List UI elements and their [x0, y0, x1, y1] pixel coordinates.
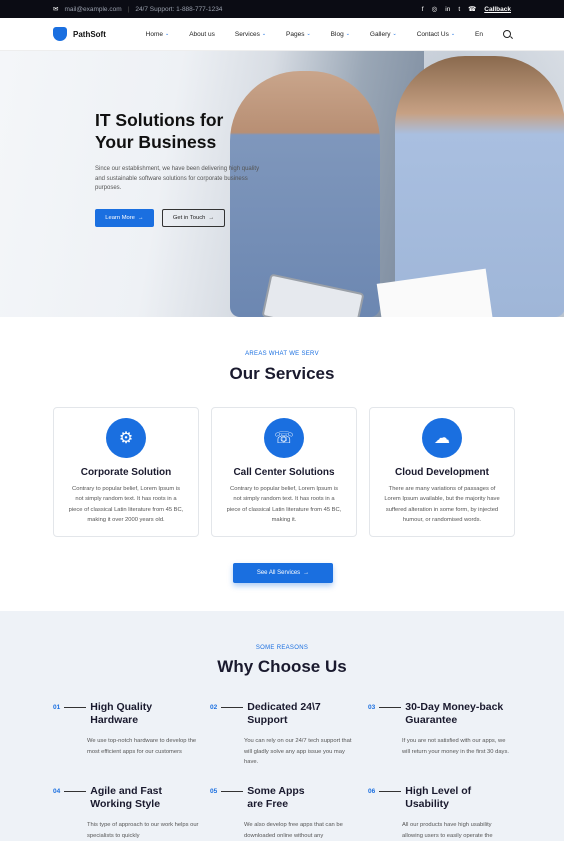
get-in-touch-button[interactable]: Get in Touch →	[162, 208, 225, 227]
callback-link[interactable]: Callback	[484, 6, 511, 13]
service-card[interactable]: ☏ Call Center Solutions Contrary to popu…	[211, 407, 357, 537]
brand-name: PathSoft	[73, 29, 106, 39]
facebook-icon[interactable]: f	[422, 6, 424, 13]
why-choose-section: SOME REASONS Why Choose Us 01 High Qualit…	[0, 611, 564, 841]
nav-item-label: Contact Us	[416, 30, 449, 38]
learn-more-button[interactable]: Learn More →	[95, 208, 154, 227]
service-card-title: Call Center Solutions	[233, 467, 335, 478]
service-card-text: There are many variations of passages of…	[384, 486, 500, 523]
hero-title: IT Solutions for Your Business	[95, 109, 270, 153]
language-selector[interactable]: En	[465, 31, 493, 38]
feature-text: This type of approach to our work helps …	[87, 822, 199, 839]
nav-item-gallery[interactable]: Gallery ⌄	[360, 31, 407, 38]
phone-icon: ☏	[264, 418, 304, 458]
hero-text: Since our establishment, we have been de…	[95, 166, 260, 191]
chevron-down-icon: ⌄	[165, 31, 170, 37]
topbar-email[interactable]: mail@example.com	[64, 6, 121, 13]
service-cards: ⚙ Corporate Solution Contrary to popular…	[53, 407, 515, 537]
arrow-right-icon: →	[137, 214, 144, 221]
why-eyebrow: SOME REASONS	[255, 645, 309, 651]
why-title: Why Choose Us	[217, 657, 347, 676]
twitter-icon[interactable]: t	[458, 6, 460, 13]
service-card-text: Contrary to popular belief, Lorem Ipsum …	[226, 486, 342, 523]
main-nav: PathSoft Home ⌄ About us Services ⌄ Pages ⌄…	[0, 18, 564, 51]
feature-title: High Quality Hardware	[90, 701, 153, 726]
hero-content: IT Solutions for Your Business Since our…	[95, 109, 270, 227]
services-title: Our Services	[229, 364, 335, 383]
mail-icon: ✉	[53, 6, 59, 13]
nav-item-label: Pages	[286, 30, 305, 38]
service-card[interactable]: ☁ Cloud Development There are many varia…	[369, 407, 515, 537]
feature-number: 04	[53, 788, 61, 795]
chevron-down-icon: ⌄	[450, 31, 456, 37]
feature-number: 01	[53, 704, 61, 711]
feature-title: Dedicated 24\7 Support	[247, 701, 321, 726]
button-label: Learn More	[105, 214, 135, 221]
feature-item: 01 High Quality Hardware We use top-notch…	[53, 701, 203, 757]
arrow-right-icon: →	[208, 214, 215, 221]
feature-item: 04 Agile and Fast Working Style This type…	[53, 785, 203, 841]
nav-item-contact[interactable]: Contact Us ⌄	[407, 31, 465, 38]
topbar-contact: ✉ mail@example.com | 24/7 Support: 1-888…	[53, 5, 223, 14]
nav-item-label: Blog	[330, 30, 344, 38]
brand-logo[interactable]: PathSoft	[53, 27, 106, 41]
linkedin-icon[interactable]: in	[445, 6, 450, 13]
chevron-down-icon: ⌄	[261, 31, 267, 37]
language-label: En	[475, 30, 483, 38]
instagram-icon[interactable]: ◎	[432, 5, 438, 13]
services-eyebrow: AREAS WHAT WE SERV	[245, 351, 319, 357]
hero-section: IT Solutions for Your Business Since our…	[0, 51, 564, 317]
feature-title: Some Apps are Free	[247, 785, 305, 810]
feature-number: 06	[368, 788, 376, 795]
cloud-download-icon: ☁	[422, 418, 462, 458]
button-label: See All Services	[256, 570, 301, 576]
hero-title-line2: Your Business	[95, 132, 217, 152]
topbar-support: 24/7 Support: 1-888-777-1234	[135, 5, 223, 13]
feature-text: We also develop free apps that can be do…	[244, 822, 343, 839]
gear-icon: ⚙	[106, 418, 146, 458]
search-icon[interactable]	[503, 30, 511, 38]
button-label: Get in Touch	[172, 214, 206, 221]
topbar: ✉ mail@example.com | 24/7 Support: 1-888…	[0, 0, 564, 18]
chevron-down-icon: ⌄	[345, 31, 350, 37]
feature-number: 03	[368, 704, 376, 711]
nav-item-services[interactable]: Services ⌄	[225, 31, 276, 38]
feature-text: We use top-notch hardware to develop the…	[87, 738, 197, 755]
nav-menu: Home ⌄ About us Services ⌄ Pages ⌄ Blog ⌄ Ga…	[136, 30, 511, 38]
nav-item-label: Services	[234, 30, 260, 38]
phone-callback-icon: ☎	[468, 6, 477, 13]
chevron-down-icon: ⌄	[306, 31, 311, 37]
services-section: AREAS WHAT WE SERV Our Services ⚙ Corpor…	[0, 317, 564, 611]
feature-text: If you are not satisfied with our apps, …	[402, 738, 509, 755]
feature-item: 05 Some Apps are Free We also develop fre…	[210, 785, 360, 841]
topbar-social: f ◎ in t ☎ Callback	[422, 5, 511, 14]
nav-item-label: Home	[145, 30, 164, 38]
service-card-title: Corporate Solution	[80, 467, 172, 478]
feature-item: 06 High Level of Usability All our produc…	[368, 785, 518, 841]
feature-title: Agile and Fast Working Style	[90, 785, 162, 810]
feature-number: 02	[210, 704, 218, 711]
service-card-title: Cloud Development	[395, 467, 489, 478]
feature-text: You can rely on our 24/7 tech support th…	[244, 738, 352, 765]
feature-title: 30-Day Money-back Guarantee	[405, 701, 504, 726]
service-card[interactable]: ⚙ Corporate Solution Contrary to popular…	[53, 407, 199, 537]
arrow-right-icon: →	[303, 570, 310, 576]
nav-item-about[interactable]: About us	[179, 31, 225, 38]
feature-title: High Level of Usability	[405, 785, 472, 810]
service-card-text: Contrary to popular belief, Lorem Ipsum …	[68, 486, 184, 523]
hero-title-line1: IT Solutions for	[95, 110, 224, 130]
see-all-services-button[interactable]: See All Services →	[233, 563, 333, 583]
nav-item-pages[interactable]: Pages ⌄	[276, 31, 321, 38]
feature-number: 05	[210, 788, 218, 795]
nav-item-home[interactable]: Home ⌄	[136, 31, 180, 38]
nav-item-label: Gallery	[369, 30, 391, 38]
nav-item-label: About us	[189, 30, 215, 38]
feature-item: 02 Dedicated 24\7 Support You can rely on…	[210, 701, 360, 768]
hero-buttons: Learn More → Get in Touch →	[95, 208, 270, 227]
shield-logo-icon	[53, 27, 67, 41]
chevron-down-icon: ⌄	[392, 31, 397, 37]
nav-item-blog[interactable]: Blog ⌄	[321, 31, 360, 38]
feature-text: All our products have high usability all…	[402, 822, 493, 839]
feature-item: 03 30-Day Money-back Guarantee If you are…	[368, 701, 518, 757]
